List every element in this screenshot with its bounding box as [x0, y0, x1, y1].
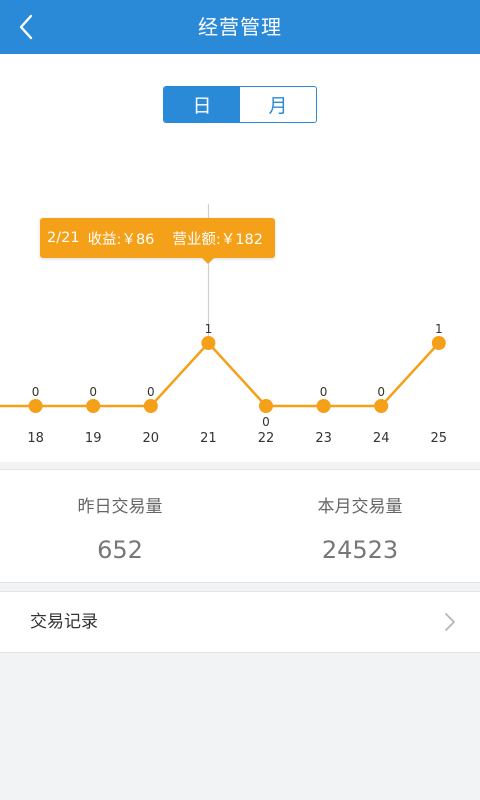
data-point-label: 1 — [435, 322, 443, 336]
stat-month-value: 24523 — [321, 536, 399, 564]
tooltip-turnover: 营业额:￥182 — [172, 231, 263, 248]
x-tick-label: 25 — [431, 431, 448, 446]
chevron-left-icon — [19, 14, 33, 40]
x-tick-label: 23 — [315, 431, 332, 446]
data-point[interactable] — [143, 399, 158, 413]
back-button[interactable] — [6, 7, 46, 47]
data-point-label: 1 — [205, 322, 213, 336]
stat-month: 本月交易量 24523 — [240, 470, 480, 584]
x-tick-label: 21 — [200, 431, 217, 446]
data-point-label: 0 — [147, 385, 155, 399]
series-line — [0, 341, 440, 408]
data-point-label: 0 — [320, 385, 328, 399]
x-tick-label: 18 — [27, 431, 44, 446]
data-point[interactable] — [86, 399, 101, 413]
transaction-line-chart[interactable]: 0 0 0 1 0 0 0 1 18 19 20 21 22 23 24 25 — [0, 54, 480, 462]
chevron-right-icon — [445, 613, 455, 631]
chart-panel: 日 月 0 0 0 1 0 0 0 1 18 19 20 21 22 23 24 25 2/21 收益:￥86… — [0, 54, 480, 462]
tooltip-income: 收益:￥86 — [87, 231, 155, 248]
data-point-label: 0 — [262, 415, 270, 429]
x-tick-label: 22 — [258, 431, 275, 446]
data-point[interactable] — [28, 399, 43, 413]
data-point-label: 0 — [377, 385, 385, 399]
chart-tooltip: 2/21 收益:￥86 营业额:￥182 — [40, 218, 275, 258]
transaction-records-label: 交易记录 — [30, 612, 98, 632]
data-point[interactable] — [431, 336, 446, 350]
stat-month-label: 本月交易量 — [317, 497, 403, 517]
data-point-label: 0 — [89, 385, 97, 399]
tooltip-arrow — [202, 258, 214, 264]
stat-yesterday: 昨日交易量 652 — [0, 470, 240, 584]
tooltip-date: 2/21 — [47, 230, 80, 246]
x-tick-label: 24 — [373, 431, 390, 446]
x-tick-label: 19 — [85, 431, 102, 446]
stats-panel: 昨日交易量 652 本月交易量 24523 — [0, 469, 480, 583]
data-point[interactable] — [316, 399, 331, 413]
x-tick-label: 20 — [143, 431, 160, 446]
data-point[interactable] — [201, 336, 216, 350]
page-title: 经营管理 — [198, 15, 282, 39]
stat-yesterday-label: 昨日交易量 — [77, 497, 163, 517]
data-point[interactable] — [259, 399, 273, 413]
transaction-records-row[interactable]: 交易记录 — [0, 591, 480, 653]
stat-yesterday-value: 652 — [97, 536, 143, 564]
data-point[interactable] — [374, 399, 389, 413]
data-point-label: 0 — [32, 385, 40, 399]
app-header: 经营管理 — [0, 0, 480, 54]
